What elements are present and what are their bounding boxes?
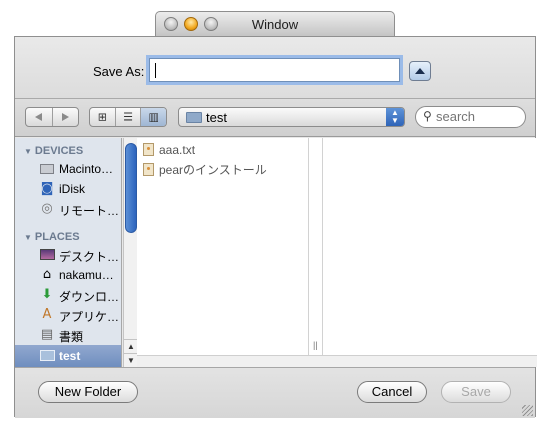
folder-icon — [40, 350, 55, 361]
list-item[interactable]: aaa.txt — [143, 143, 195, 161]
resize-grip-icon[interactable] — [522, 405, 533, 416]
column-view-icon: ▥ — [148, 110, 159, 124]
sidebar-scrollbar[interactable]: ▲ ▼ — [123, 138, 138, 367]
scroll-up-arrow[interactable]: ▲ — [124, 339, 138, 353]
column-browser: aaa.txt pearのインストール || — [137, 138, 537, 367]
sidebar-header-devices[interactable]: ▼ DEVICES — [24, 145, 83, 157]
new-folder-button[interactable]: New Folder — [38, 381, 138, 403]
toolbar: ⊞ ☰ ▥ test ▲ ▼ ⚲ — [15, 99, 535, 137]
icon-view-icon: ⊞ — [97, 110, 107, 124]
hard-drive-icon — [40, 164, 54, 174]
disclosure-triangle-icon: ▼ — [24, 147, 32, 156]
sidebar-header-places[interactable]: ▼ PLACES — [24, 231, 80, 243]
icon-view-button[interactable]: ⊞ — [90, 108, 116, 126]
browser-column-1: aaa.txt pearのインストール — [137, 138, 309, 355]
text-caret — [155, 63, 156, 79]
search-field[interactable]: ⚲ — [415, 106, 526, 128]
search-input[interactable] — [436, 109, 518, 124]
column-resize-handle[interactable]: || — [313, 340, 318, 350]
text-file-icon — [143, 163, 154, 176]
save-as-label: Save As: — [93, 64, 145, 79]
list-view-icon: ☰ — [123, 110, 133, 124]
save-as-area: Save As: — [15, 37, 535, 99]
list-item[interactable]: pearのインストール — [143, 161, 267, 179]
sidebar-item-desktop[interactable]: デスクト… — [15, 245, 121, 265]
text-file-icon — [143, 143, 154, 156]
browser-column-2 — [309, 138, 323, 355]
sidebar-item-test[interactable]: test — [15, 345, 121, 367]
popup-arrows-icon: ▲ ▼ — [386, 108, 404, 126]
back-forward-control — [25, 107, 79, 127]
location-label: test — [206, 110, 227, 125]
applications-icon: A — [42, 307, 52, 322]
disclosure-triangle-icon: ▼ — [24, 233, 32, 242]
home-icon: ⌂ — [42, 267, 52, 282]
downloads-icon: ⬇ — [41, 287, 53, 302]
scroll-thumb[interactable] — [125, 143, 137, 233]
button-bar: New Folder Cancel Save — [15, 367, 535, 418]
save-as-input[interactable] — [149, 58, 400, 82]
documents-icon: ▤ — [40, 327, 54, 342]
sidebar-item-idisk[interactable]: ◙ iDisk — [15, 179, 121, 199]
view-mode-control: ⊞ ☰ ▥ — [89, 107, 167, 127]
sidebar-item-macintosh[interactable]: Macinto… — [15, 159, 121, 179]
folder-icon — [186, 112, 202, 123]
sidebar-item-documents[interactable]: ▤ 書類 — [15, 325, 121, 345]
location-popup[interactable]: test ▲ ▼ — [178, 107, 405, 127]
column-view-button[interactable]: ▥ — [141, 108, 166, 126]
save-button[interactable]: Save — [441, 381, 511, 403]
sidebar-item-downloads[interactable]: ⬇ ダウンロ… — [15, 285, 121, 305]
scroll-down-arrow[interactable]: ▼ — [124, 353, 138, 367]
save-dialog: Save As: ⊞ ☰ ▥ test ▲▼ ⚲ ▼DEVICES M — [14, 36, 537, 418]
collapse-dialog-button[interactable] — [409, 61, 431, 81]
sidebar-item-home[interactable]: ⌂ nakamu… — [15, 265, 121, 285]
desktop-icon — [40, 249, 55, 260]
window-title-bar[interactable]: Window — [155, 11, 395, 36]
sidebar: ▼ DEVICES Macinto… ◙ iDisk ◎ リモート… ▼ PLACE… — [15, 138, 122, 367]
forward-button[interactable] — [53, 108, 79, 126]
back-button[interactable] — [26, 108, 53, 126]
list-view-button[interactable]: ☰ — [116, 108, 142, 126]
sidebar-item-applications[interactable]: A アプリケ… — [15, 305, 121, 325]
window-title: Window — [251, 17, 299, 32]
sidebar-item-remote-disc[interactable]: ◎ リモート… — [15, 199, 121, 219]
horizontal-scrollbar[interactable] — [137, 355, 537, 367]
cancel-button[interactable]: Cancel — [357, 381, 427, 403]
search-icon: ⚲ — [423, 109, 432, 123]
remote-disc-icon: ◎ — [41, 201, 53, 216]
idisk-icon: ◙ — [40, 181, 54, 196]
